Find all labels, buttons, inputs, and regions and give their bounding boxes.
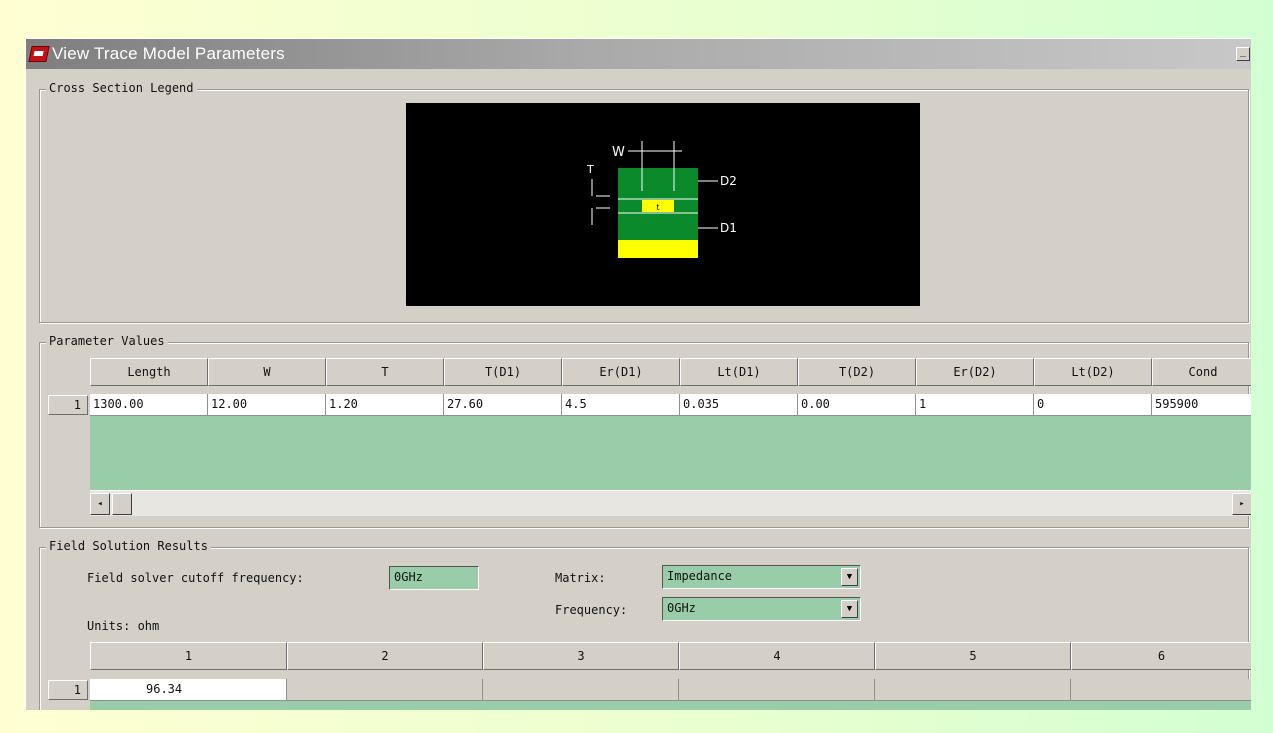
cell-t-d1[interactable]: 27.60 xyxy=(444,394,562,416)
result-cell-6[interactable] xyxy=(1071,679,1251,701)
matrix-select[interactable]: Impedance ▼ xyxy=(662,565,861,589)
units-label: Units: ohm xyxy=(87,619,160,633)
chevron-down-icon[interactable]: ▼ xyxy=(841,600,858,618)
cross-section-group-label: Cross Section Legend xyxy=(46,81,197,95)
results-column-header-5[interactable]: 5 xyxy=(875,642,1071,670)
results-grid-empty-area xyxy=(90,701,1251,710)
column-header-er-d1[interactable]: Er(D1) xyxy=(562,358,680,386)
cell-t-d2[interactable]: 0.00 xyxy=(798,394,916,416)
column-header-lt-d2[interactable]: Lt(D2) xyxy=(1034,358,1152,386)
cell-length[interactable]: 1300.00 xyxy=(90,394,208,416)
cell-lt-d2[interactable]: 0 xyxy=(1034,394,1152,416)
cell-w[interactable]: 12.00 xyxy=(208,394,326,416)
parameter-row: 1300.00 12.00 1.20 27.60 4.5 0.035 0.00 … xyxy=(90,394,1251,416)
column-header-length[interactable]: Length xyxy=(90,358,208,386)
result-cell-5[interactable] xyxy=(875,679,1071,701)
dielectric-d1 xyxy=(618,213,698,240)
results-column-header-2[interactable]: 2 xyxy=(287,642,483,670)
parameter-horizontal-scrollbar[interactable]: ◂ ▸ xyxy=(90,490,1251,516)
cross-section-legend: t W T D2 D1 xyxy=(406,103,920,306)
cell-cond[interactable]: 595900 xyxy=(1152,394,1251,416)
results-table-header: 1 2 3 4 5 6 xyxy=(90,642,1251,670)
d1-label: D1 xyxy=(720,221,737,235)
result-cell-1[interactable]: 96.34 xyxy=(90,679,287,701)
dielectric-d2 xyxy=(618,168,698,199)
cutoff-frequency-field[interactable]: 0GHz xyxy=(389,566,479,590)
results-row: 96.34 xyxy=(90,679,1251,701)
trace-model-window: View Trace Model Parameters _ Cross Sect… xyxy=(25,38,1251,710)
column-header-er-d2[interactable]: Er(D2) xyxy=(916,358,1034,386)
results-column-header-1[interactable]: 1 xyxy=(90,642,287,670)
scroll-left-button[interactable]: ◂ xyxy=(90,493,110,515)
column-header-t-d2[interactable]: T(D2) xyxy=(798,358,916,386)
frequency-label: Frequency: xyxy=(555,603,628,617)
scroll-right-button[interactable]: ▸ xyxy=(1232,493,1251,515)
cell-t[interactable]: 1.20 xyxy=(326,394,444,416)
cell-er-d2[interactable]: 1 xyxy=(916,394,1034,416)
d2-label: D2 xyxy=(720,174,737,188)
column-header-lt-d1[interactable]: Lt(D1) xyxy=(680,358,798,386)
cell-er-d1[interactable]: 4.5 xyxy=(562,394,680,416)
matrix-select-value: Impedance xyxy=(667,569,733,583)
parameter-row-header[interactable]: 1 xyxy=(48,395,88,415)
frequency-select-value: 0GHz xyxy=(667,601,696,615)
matrix-label: Matrix: xyxy=(555,571,606,585)
chevron-down-icon[interactable]: ▼ xyxy=(841,568,858,586)
title-bar[interactable]: View Trace Model Parameters _ xyxy=(26,39,1251,69)
result-cell-2[interactable] xyxy=(287,679,483,701)
result-cell-3[interactable] xyxy=(483,679,679,701)
parameter-grid-empty-area xyxy=(90,416,1251,490)
column-header-t-d1[interactable]: T(D1) xyxy=(444,358,562,386)
thickness-label: T xyxy=(586,163,594,176)
result-cell-4[interactable] xyxy=(679,679,875,701)
results-column-header-3[interactable]: 3 xyxy=(483,642,679,670)
field-solution-group-label: Field Solution Results xyxy=(46,539,211,553)
parameter-values-group-label: Parameter Values xyxy=(46,334,168,348)
parameter-table-header: Length W T T(D1) Er(D1) Lt(D1) T(D2) Er(… xyxy=(90,358,1251,386)
scroll-thumb[interactable] xyxy=(112,493,132,515)
column-header-w[interactable]: W xyxy=(208,358,326,386)
cell-lt-d1[interactable]: 0.035 xyxy=(680,394,798,416)
ground-plane xyxy=(618,240,698,258)
trace-mark-label: t xyxy=(656,203,659,212)
results-row-header[interactable]: 1 xyxy=(48,680,88,700)
cutoff-frequency-label: Field solver cutoff frequency: xyxy=(87,571,304,585)
column-header-t[interactable]: T xyxy=(326,358,444,386)
window-title: View Trace Model Parameters xyxy=(52,44,285,63)
results-column-header-4[interactable]: 4 xyxy=(679,642,875,670)
column-header-cond[interactable]: Cond xyxy=(1152,358,1251,386)
frequency-select[interactable]: 0GHz ▼ xyxy=(662,597,861,621)
cross-section-diagram: t W T D2 D1 xyxy=(586,141,737,258)
minimize-button[interactable]: _ xyxy=(1236,47,1250,61)
results-column-header-6[interactable]: 6 xyxy=(1071,642,1251,670)
width-label: W xyxy=(612,145,625,160)
app-icon xyxy=(28,46,50,62)
